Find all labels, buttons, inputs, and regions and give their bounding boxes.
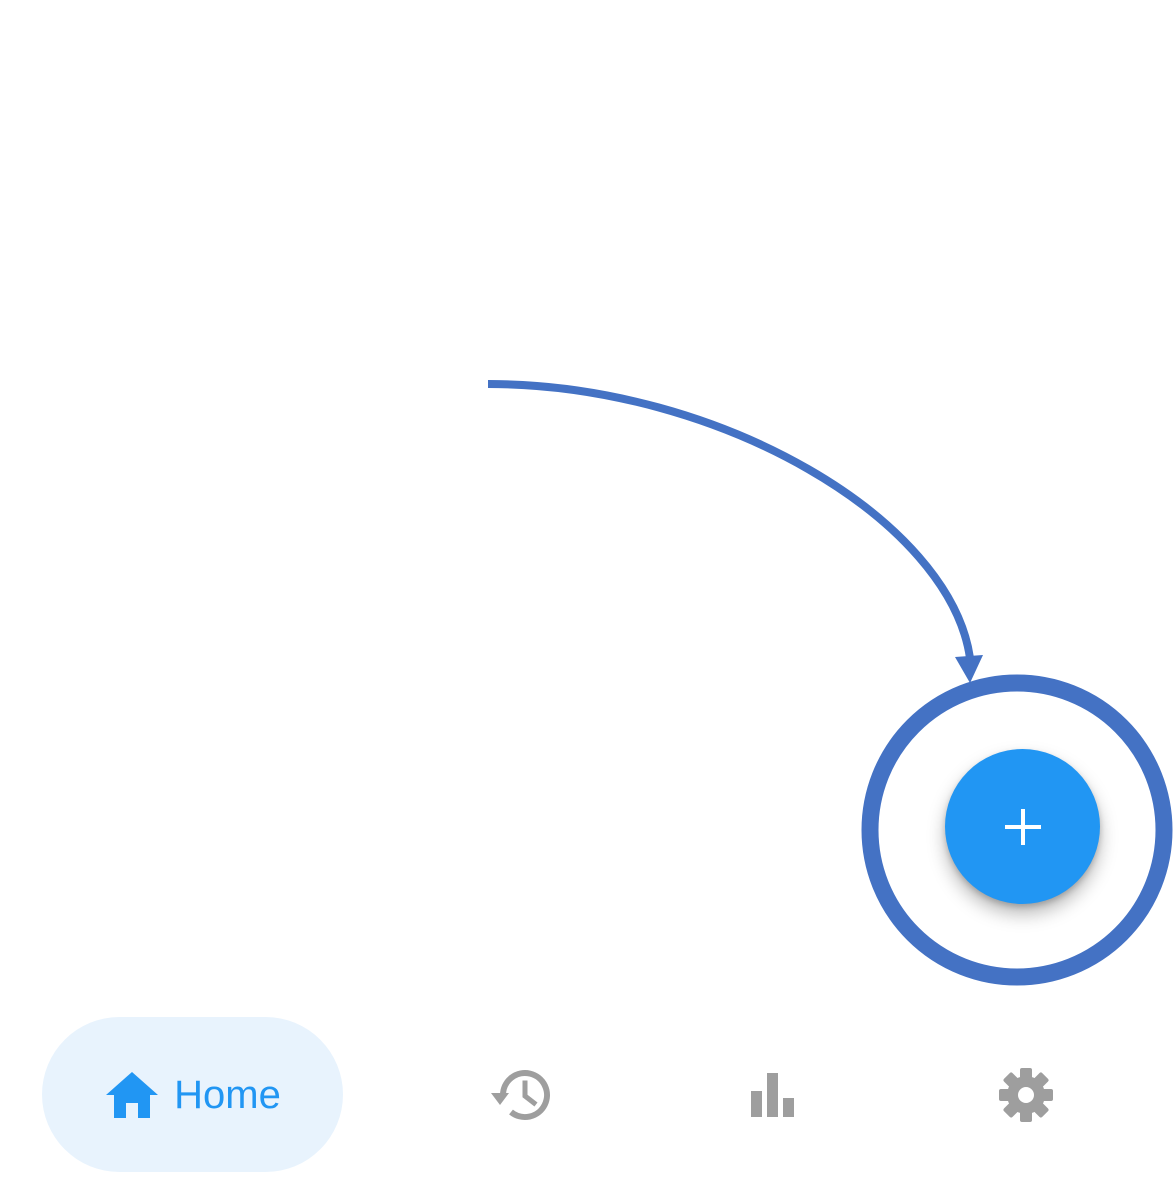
home-icon: [106, 1071, 159, 1118]
gear-icon: [999, 1067, 1053, 1122]
bar-chart-icon: [751, 1072, 794, 1117]
add-button[interactable]: [945, 749, 1100, 904]
plus-icon: [1004, 808, 1041, 845]
annotation-arrowhead: [955, 655, 983, 683]
nav-item-settings[interactable]: [966, 1017, 1086, 1172]
app-screen: Home: [0, 0, 1173, 1196]
nav-item-home[interactable]: Home: [42, 1017, 343, 1172]
annotation-arrow: [487, 380, 974, 659]
history-icon: [491, 1069, 550, 1120]
bottom-navigation: Home: [0, 1005, 1173, 1185]
nav-item-history[interactable]: [459, 1017, 579, 1172]
nav-item-home-label: Home: [174, 1072, 281, 1117]
nav-item-stats[interactable]: [712, 1017, 832, 1172]
